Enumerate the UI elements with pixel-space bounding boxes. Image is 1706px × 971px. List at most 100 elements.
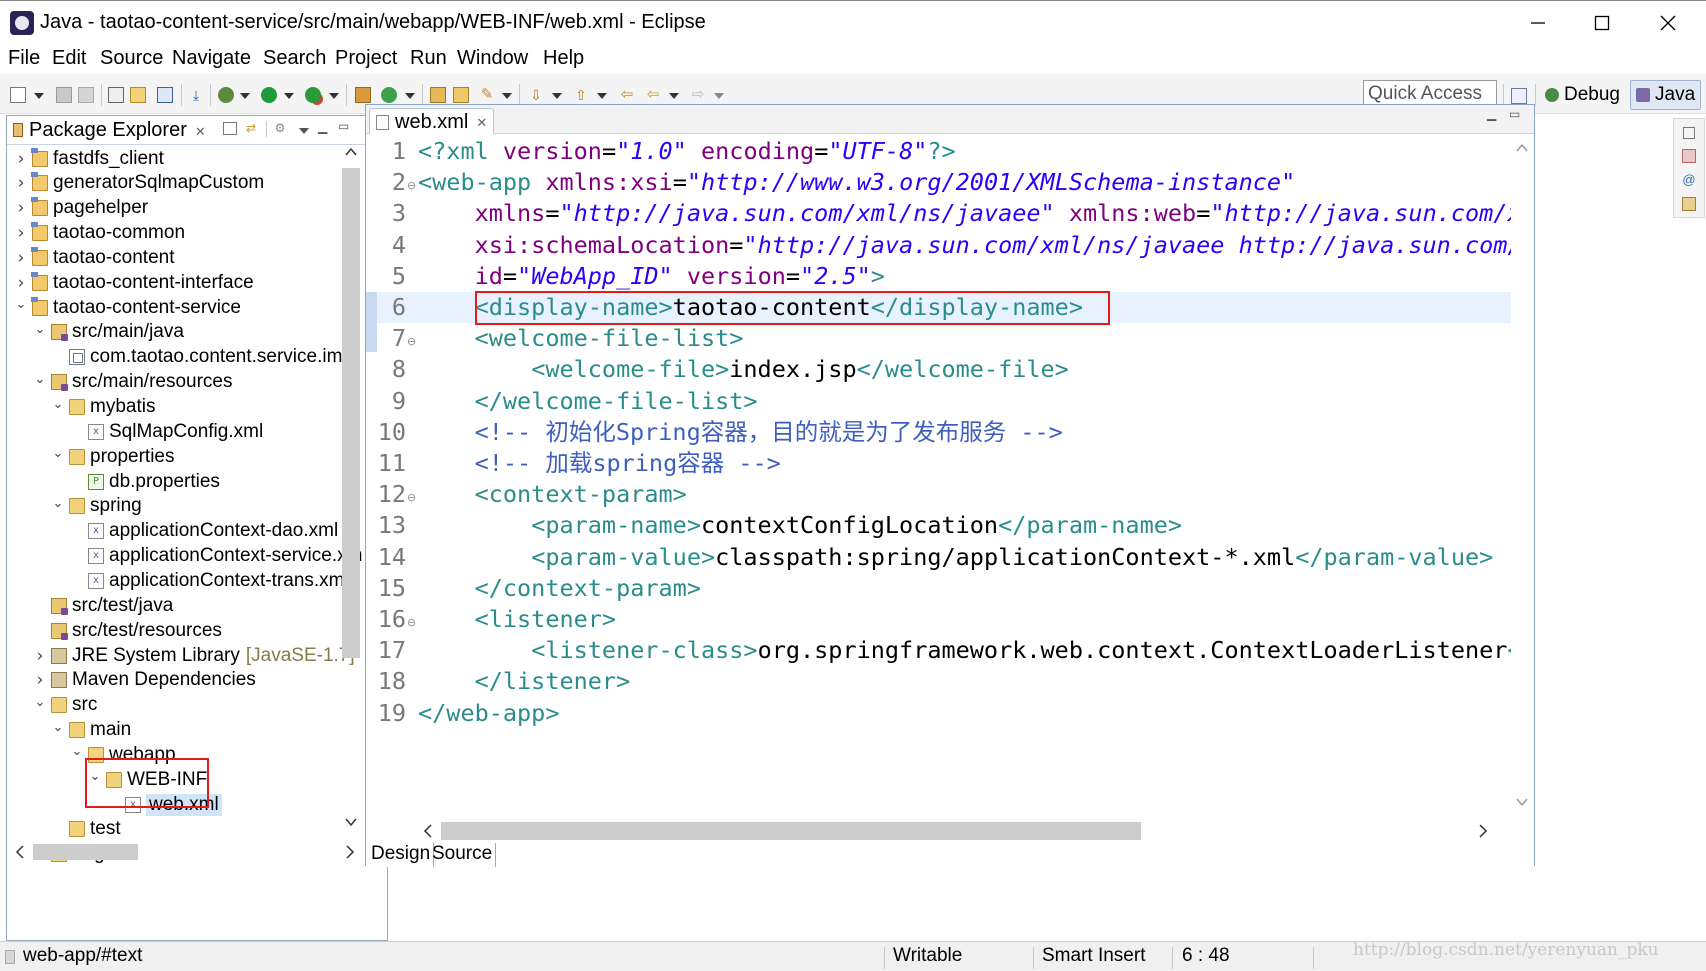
tree-item[interactable]: › JRE System Library [JavaSE-1.7] [34, 642, 355, 669]
tree-item[interactable]: ⌄ spring [52, 493, 142, 520]
expanded-arrow-icon[interactable]: ⌄ [52, 397, 64, 412]
code-line[interactable]: 8 <welcome-file>index.jsp</welcome-file> [366, 354, 1511, 385]
code-line[interactable]: 15 </context-param> [366, 573, 1511, 604]
outline-icon[interactable] [1682, 149, 1696, 163]
new-class-dropdown-icon[interactable] [405, 93, 415, 99]
collapsed-arrow-icon[interactable]: › [15, 198, 27, 218]
restore-icon[interactable] [1683, 127, 1695, 139]
tree-item[interactable]: ⌄ src/main/resources [34, 369, 233, 396]
maximize-view-icon[interactable]: ▭ [338, 119, 349, 133]
save-icon[interactable] [56, 87, 72, 103]
editor-horizontal-scrollbar[interactable] [366, 819, 1534, 843]
code-line[interactable]: 9 </welcome-file-list> [366, 386, 1511, 417]
expanded-arrow-icon[interactable]: ⌄ [34, 695, 46, 710]
minimize-view-icon[interactable]: ▁ [318, 120, 327, 134]
tab-source[interactable]: Source [429, 843, 497, 867]
skip-breakpoints-icon[interactable]: ⤓ [188, 87, 204, 103]
fold-toggle-icon[interactable]: ⊖ [407, 607, 416, 638]
menu-file[interactable]: File [8, 47, 40, 70]
tree-item[interactable]: › pagehelper [15, 195, 148, 222]
menu-run[interactable]: Run [410, 47, 447, 70]
tree-item[interactable]: x applicationContext-trans.xml [71, 567, 349, 594]
new-icon[interactable] [10, 87, 26, 103]
tree-item[interactable]: ⌄ webapp [71, 741, 176, 768]
tree-item[interactable]: ⌄ taotao-content-service [15, 294, 241, 321]
maximize-editor-icon[interactable]: ▭ [1509, 107, 1520, 121]
debug-icon[interactable] [218, 87, 234, 103]
task-list-icon[interactable]: @ [1682, 173, 1696, 187]
collapsed-arrow-icon[interactable]: › [15, 248, 27, 268]
tree-item[interactable]: x applicationContext-service.xml [71, 543, 363, 570]
build-icon[interactable] [108, 87, 124, 103]
tree-item[interactable]: com.taotao.content.service.impl [52, 344, 357, 371]
back-dropdown-icon[interactable] [669, 93, 679, 99]
open-folder-icon[interactable] [130, 87, 146, 103]
menu-search[interactable]: Search [263, 47, 326, 70]
perspective-java[interactable]: Java [1630, 80, 1702, 110]
expanded-arrow-icon[interactable]: ⌄ [89, 769, 101, 784]
tree-item[interactable]: ⌄ src/main/java [34, 319, 184, 346]
save-all-icon[interactable] [78, 87, 94, 103]
tree-item[interactable]: ⌄ main [52, 717, 132, 744]
code-line[interactable]: 17 <listener-class>org.springframework.w… [366, 635, 1511, 666]
menu-edit[interactable]: Edit [52, 47, 86, 70]
code-line[interactable]: 14 <param-value>classpath:spring/applica… [366, 542, 1511, 573]
code-area[interactable]: 1 <?xml version="1.0" encoding="UTF-8"?> 2… [366, 134, 1511, 819]
collapsed-arrow-icon[interactable]: › [15, 223, 27, 243]
prev-annotation-dropdown-icon[interactable] [597, 93, 607, 99]
fold-toggle-icon[interactable]: ⊖ [407, 482, 416, 513]
tab-design[interactable]: Design [368, 843, 435, 867]
expanded-arrow-icon[interactable]: ⌄ [71, 744, 83, 759]
forward-icon[interactable]: ⇨ [690, 87, 706, 103]
code-line[interactable]: 16 ⊖ <listener> [366, 604, 1511, 635]
tree-item[interactable]: › Maven Dependencies [34, 667, 256, 694]
tree-item[interactable]: x SqlMapConfig.xml [71, 418, 263, 445]
perspective-debug[interactable]: Debug [1540, 80, 1625, 110]
open-type-icon[interactable] [430, 87, 446, 103]
code-line[interactable]: 7 ⊖ <welcome-file-list> [366, 323, 1511, 354]
collapse-all-icon[interactable] [223, 122, 237, 135]
run-dropdown-icon[interactable] [284, 93, 294, 99]
menu-navigate[interactable]: Navigate [172, 47, 251, 70]
console-icon[interactable] [157, 87, 173, 103]
expanded-arrow-icon[interactable]: ⌄ [34, 322, 46, 337]
close-view-icon[interactable]: ✕ [195, 124, 206, 139]
minimize-button[interactable] [1503, 1, 1573, 45]
forward-dropdown-icon[interactable] [714, 93, 724, 99]
menu-project[interactable]: Project [335, 47, 397, 70]
prev-annotation-icon[interactable]: ⇧ [573, 87, 589, 103]
code-line[interactable]: 13 <param-name>contextConfigLocation</pa… [366, 510, 1511, 541]
expanded-arrow-icon[interactable]: ⌄ [34, 372, 46, 387]
fold-toggle-icon[interactable]: ⊖ [407, 170, 416, 201]
tree-item[interactable]: ⌄ properties [52, 443, 175, 470]
fold-toggle-icon[interactable]: ⊖ [407, 326, 416, 357]
open-perspective-icon[interactable] [1511, 88, 1527, 104]
package-explorer-tab[interactable]: Package Explorer ✕ [7, 116, 206, 145]
menu-window[interactable]: Window [457, 47, 528, 70]
expanded-arrow-icon[interactable]: ⌄ [52, 720, 64, 735]
tree-item[interactable]: ⌄ src [34, 692, 98, 719]
coverage-icon[interactable] [305, 87, 321, 103]
tree-item[interactable]: src/test/java [34, 592, 173, 619]
code-line[interactable]: 11 <!-- 加载spring容器 --> [366, 448, 1511, 479]
code-line[interactable]: 12 ⊖ <context-param> [366, 479, 1511, 510]
code-line[interactable]: 19 </web-app> [366, 698, 1511, 729]
tree-item[interactable]: › taotao-content [15, 244, 174, 271]
expanded-arrow-icon[interactable]: ⌄ [52, 446, 64, 461]
tree-item[interactable]: Pdb.properties [71, 468, 220, 495]
tree-item[interactable]: ⌄ mybatis [52, 394, 156, 421]
code-line[interactable]: 4 xsi:schemaLocation="http://java.sun.co… [366, 230, 1511, 261]
maximize-button[interactable] [1567, 1, 1637, 45]
collapsed-arrow-icon[interactable]: › [15, 273, 27, 293]
minimize-editor-icon[interactable]: ▁ [1487, 107, 1496, 121]
new-class-icon[interactable] [381, 87, 397, 103]
code-line[interactable]: 6 <display-name>taotao-content</display-… [366, 292, 1511, 323]
code-line[interactable]: 1 <?xml version="1.0" encoding="UTF-8"?> [366, 136, 1511, 167]
next-annotation-dropdown-icon[interactable] [552, 93, 562, 99]
coverage-dropdown-icon[interactable] [329, 93, 339, 99]
code-line[interactable]: 2 ⊖ <web-app xmlns:xsi="http://www.w3.org/… [366, 167, 1511, 198]
collapsed-arrow-icon[interactable]: › [15, 149, 27, 169]
close-button[interactable] [1633, 1, 1703, 45]
new-java-project-icon[interactable] [355, 87, 371, 103]
explorer-horizontal-scrollbar[interactable] [7, 838, 363, 866]
